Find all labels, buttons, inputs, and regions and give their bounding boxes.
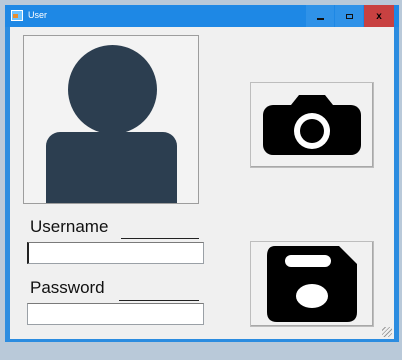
app-icon bbox=[11, 10, 23, 21]
save-button[interactable] bbox=[250, 241, 374, 327]
close-button[interactable]: x bbox=[364, 5, 394, 27]
client-area: Username Password bbox=[10, 27, 394, 339]
resize-grip-icon[interactable] bbox=[382, 327, 392, 337]
username-label: Username bbox=[30, 217, 109, 236]
password-input[interactable] bbox=[27, 303, 204, 325]
title-bar[interactable]: User x bbox=[5, 5, 399, 27]
avatar-head-shape bbox=[68, 45, 157, 134]
minimize-icon bbox=[316, 18, 324, 20]
camera-button[interactable] bbox=[250, 82, 374, 168]
user-window: User x Username Password bbox=[5, 5, 399, 342]
window-title: User bbox=[28, 10, 48, 20]
camera-icon bbox=[263, 95, 361, 155]
password-underline bbox=[119, 300, 199, 301]
maximize-icon bbox=[345, 13, 353, 19]
minimize-button[interactable] bbox=[306, 5, 334, 27]
username-underline bbox=[121, 238, 199, 239]
maximize-button[interactable] bbox=[335, 5, 363, 27]
username-input[interactable] bbox=[27, 242, 204, 264]
floppy-disk-icon bbox=[267, 246, 357, 322]
avatar-body-shape bbox=[46, 132, 177, 203]
avatar-picture bbox=[23, 35, 199, 204]
password-label: Password bbox=[30, 278, 105, 297]
close-icon: x bbox=[376, 10, 382, 22]
